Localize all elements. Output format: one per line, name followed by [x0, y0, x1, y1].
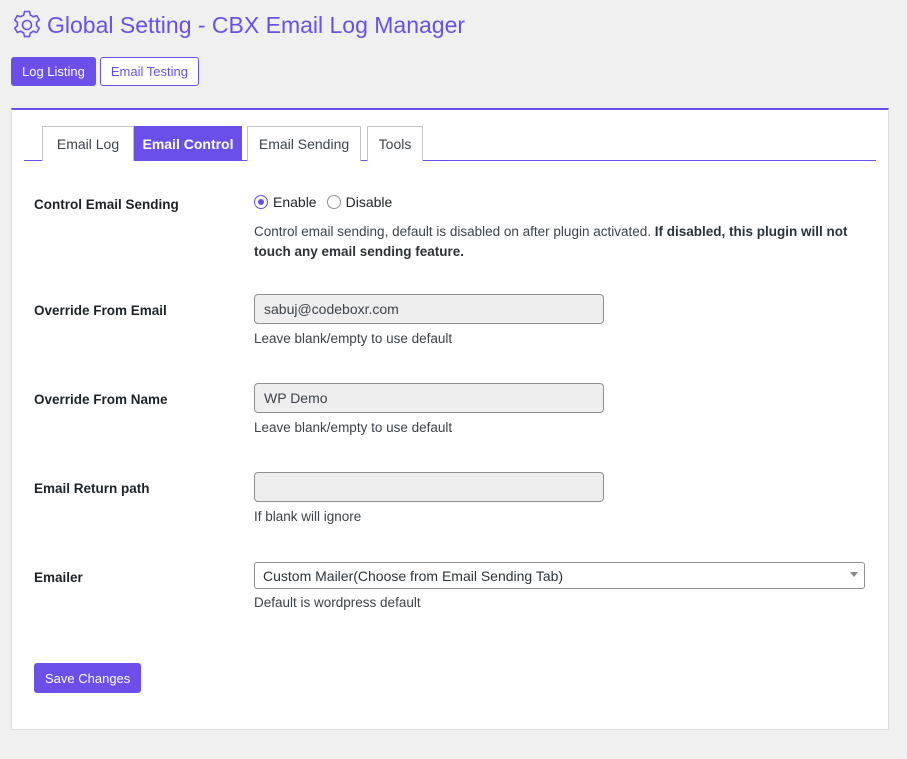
top-button-group: Log Listing Email Testing: [11, 57, 199, 86]
page-title: Global Setting - CBX Email Log Manager: [47, 11, 466, 38]
emailer-description: Default is wordpress default: [254, 595, 421, 610]
from-email-label: Override From Email: [34, 303, 167, 318]
control-sending-field: Enable Disable Control email sending, de…: [254, 194, 870, 262]
email-testing-button[interactable]: Email Testing: [99, 57, 199, 86]
control-sending-description: Control email sending, default is disabl…: [254, 222, 870, 262]
from-email-description: Leave blank/empty to use default: [254, 331, 453, 346]
tab-email-log[interactable]: Email Log: [42, 126, 134, 161]
control-sending-radio-group: Enable Disable: [254, 194, 870, 210]
enable-radio[interactable]: [254, 195, 268, 209]
return-path-input[interactable]: [254, 472, 604, 502]
tab-tools[interactable]: Tools: [367, 126, 423, 161]
emailer-selected-value: Custom Mailer(Choose from Email Sending …: [263, 567, 564, 584]
emailer-label: Emailer: [34, 570, 83, 585]
tab-email-control[interactable]: Email Control: [134, 126, 242, 161]
from-name-description: Leave blank/empty to use default: [254, 420, 453, 435]
return-path-label: Email Return path: [34, 481, 150, 496]
emailer-select[interactable]: Custom Mailer(Choose from Email Sending …: [254, 562, 865, 589]
return-path-description: If blank will ignore: [254, 509, 362, 524]
return-path-field: If blank will ignore: [254, 472, 604, 527]
control-sending-desc-text: Control email sending, default is disabl…: [254, 224, 651, 239]
emailer-field: Custom Mailer(Choose from Email Sending …: [254, 562, 865, 613]
from-name-field: WP Demo Leave blank/empty to use default: [254, 383, 604, 438]
tab-bar: Email Log Email Control Email Sending To…: [24, 126, 876, 161]
log-listing-button[interactable]: Log Listing: [11, 57, 96, 86]
enable-radio-label[interactable]: Enable: [273, 194, 317, 210]
disable-radio-label[interactable]: Disable: [346, 194, 393, 210]
from-name-input[interactable]: WP Demo: [254, 383, 604, 413]
tab-email-sending[interactable]: Email Sending: [247, 126, 361, 161]
disable-radio[interactable]: [326, 195, 341, 209]
gear-icon: [11, 9, 43, 41]
chevron-down-icon: [850, 572, 858, 577]
settings-panel: Email Log Email Control Email Sending To…: [11, 108, 889, 730]
save-changes-button[interactable]: Save Changes: [34, 663, 142, 693]
from-email-input[interactable]: sabuj@codeboxr.com: [254, 294, 604, 324]
from-name-label: Override From Name: [34, 392, 168, 407]
page-header: Global Setting - CBX Email Log Manager: [11, 9, 465, 41]
from-email-field: sabuj@codeboxr.com Leave blank/empty to …: [254, 294, 604, 349]
control-sending-label: Control Email Sending: [34, 197, 179, 212]
